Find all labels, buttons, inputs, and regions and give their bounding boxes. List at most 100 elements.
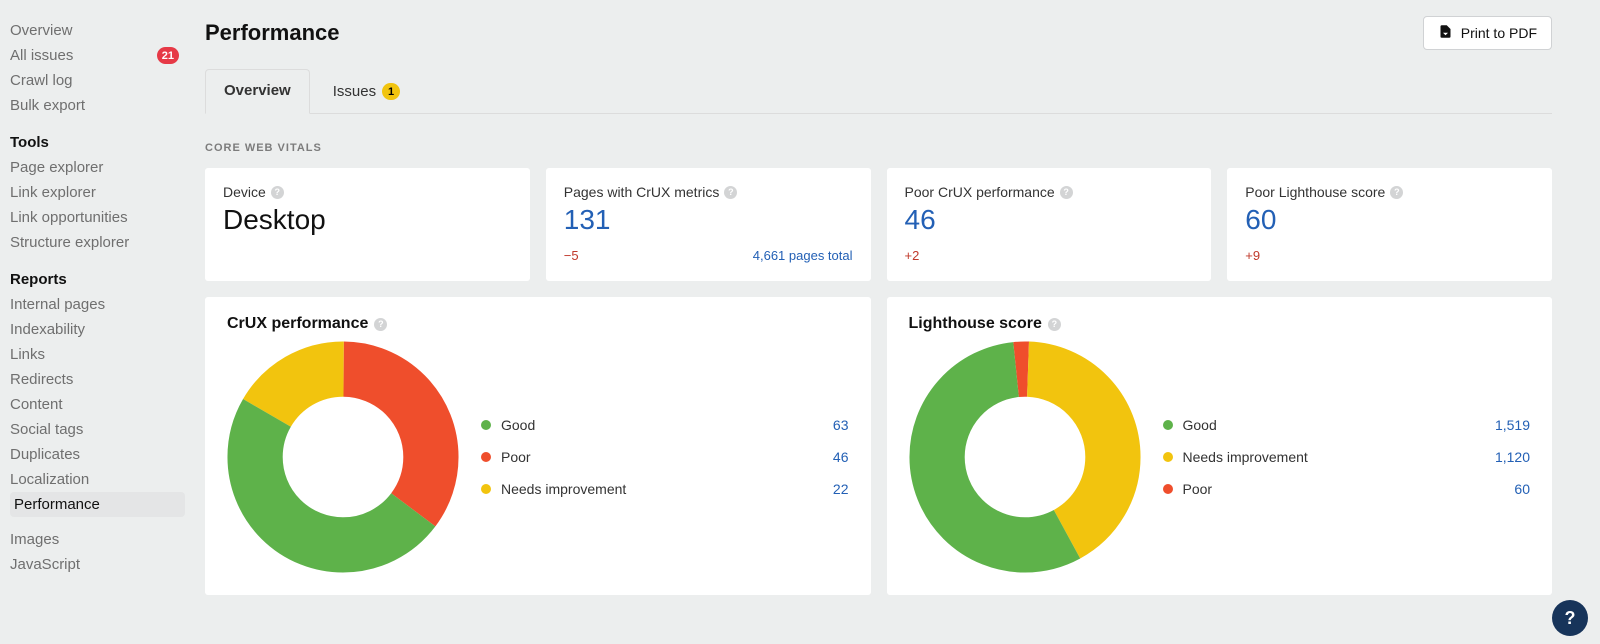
sidebar-item-label: Indexability: [10, 321, 85, 338]
stat-value[interactable]: 60: [1245, 204, 1534, 236]
stat-delta: −5: [564, 248, 579, 263]
help-icon[interactable]: ?: [724, 186, 737, 199]
tab-label: Overview: [224, 82, 291, 99]
stat-label-text: Poor Lighthouse score: [1245, 184, 1385, 200]
legend-label: Good: [1183, 417, 1217, 433]
sidebar-item-images[interactable]: Images: [10, 527, 185, 552]
stat-label: Device ?: [223, 184, 284, 200]
legend-row-needs-improvement[interactable]: Needs improvement 22: [481, 473, 849, 505]
page-title: Performance: [205, 20, 340, 46]
tabs: Overview Issues 1: [205, 68, 1552, 114]
sidebar-item-label: Crawl log: [10, 72, 73, 89]
legend-label: Poor: [501, 449, 531, 465]
chart-legend: Good 1,519 Needs improvement 1,120 Poor …: [1163, 409, 1531, 505]
legend-value: 63: [833, 417, 849, 433]
tab-issues-badge: 1: [382, 83, 400, 100]
legend-left: Needs improvement: [481, 481, 626, 497]
sidebar-group-tools: Tools: [10, 128, 185, 155]
legend-value: 60: [1514, 481, 1530, 497]
legend-left: Poor: [1163, 481, 1213, 497]
sidebar-item-label: Content: [10, 396, 63, 413]
donut-chart-crux: [227, 341, 459, 573]
swatch-yellow-icon: [1163, 452, 1173, 462]
sidebar-item-crawl-log[interactable]: Crawl log: [10, 68, 185, 93]
sidebar-item-link-opportunities[interactable]: Link opportunities: [10, 205, 185, 230]
sidebar-item-duplicates[interactable]: Duplicates: [10, 442, 185, 467]
sidebar-item-localization[interactable]: Localization: [10, 467, 185, 492]
sidebar-item-social-tags[interactable]: Social tags: [10, 417, 185, 442]
stat-value[interactable]: 46: [905, 204, 1194, 236]
sidebar-item-link-explorer[interactable]: Link explorer: [10, 180, 185, 205]
stat-sub-row: +2: [905, 248, 1194, 263]
sidebar-item-all-issues[interactable]: All issues 21: [10, 43, 185, 68]
sidebar-item-indexability[interactable]: Indexability: [10, 317, 185, 342]
legend-left: Good: [481, 417, 535, 433]
sidebar-item-redirects[interactable]: Redirects: [10, 367, 185, 392]
sidebar-item-overview[interactable]: Overview: [10, 18, 185, 43]
download-file-icon: [1438, 24, 1453, 42]
legend-left: Good: [1163, 417, 1217, 433]
legend-value: 1,519: [1495, 417, 1530, 433]
stat-label-text: Pages with CrUX metrics: [564, 184, 720, 200]
sidebar-item-bulk-export[interactable]: Bulk export: [10, 93, 185, 118]
sidebar-item-label: Page explorer: [10, 159, 103, 176]
legend-value: 46: [833, 449, 849, 465]
chart-body: Good 1,519 Needs improvement 1,120 Poor …: [909, 341, 1531, 573]
legend-label: Good: [501, 417, 535, 433]
help-icon[interactable]: ?: [374, 318, 387, 331]
stat-card-crux-poor: Poor CrUX performance ? 46 +2: [887, 168, 1212, 281]
help-icon[interactable]: ?: [1060, 186, 1073, 199]
legend-left: Poor: [481, 449, 531, 465]
chart-title-text: Lighthouse score: [909, 315, 1042, 333]
sidebar-item-javascript[interactable]: JavaScript: [10, 552, 185, 577]
help-icon[interactable]: ?: [1048, 318, 1061, 331]
legend-row-poor[interactable]: Poor 46: [481, 441, 849, 473]
sidebar-item-label: Redirects: [10, 371, 73, 388]
legend-label: Needs improvement: [501, 481, 626, 497]
stat-value: Desktop: [223, 204, 512, 236]
swatch-orange-icon: [1163, 484, 1173, 494]
help-icon[interactable]: ?: [271, 186, 284, 199]
sidebar-item-label: Duplicates: [10, 446, 80, 463]
chart-title-text: CrUX performance: [227, 315, 368, 333]
stat-label: Poor CrUX performance ?: [905, 184, 1073, 200]
legend-row-needs-improvement[interactable]: Needs improvement 1,120: [1163, 441, 1531, 473]
sidebar-item-performance[interactable]: Performance: [10, 492, 185, 517]
sidebar-item-page-explorer[interactable]: Page explorer: [10, 155, 185, 180]
sidebar-item-label: Links: [10, 346, 45, 363]
section-core-web-vitals: CORE WEB VITALS: [205, 142, 1552, 154]
help-icon[interactable]: ?: [1390, 186, 1403, 199]
stat-label: Poor Lighthouse score ?: [1245, 184, 1403, 200]
tab-overview[interactable]: Overview: [205, 69, 310, 114]
legend-left: Needs improvement: [1163, 449, 1308, 465]
stat-sub-row: −5 4,661 pages total: [564, 248, 853, 263]
stat-value[interactable]: 131: [564, 204, 853, 236]
sidebar-group-reports: Reports: [10, 265, 185, 292]
stat-card-crux-pages: Pages with CrUX metrics ? 131 −5 4,661 p…: [546, 168, 871, 281]
legend-row-poor[interactable]: Poor 60: [1163, 473, 1531, 505]
sidebar-item-label: Social tags: [10, 421, 83, 438]
stat-delta: +9: [1245, 248, 1260, 263]
sidebar-item-links[interactable]: Links: [10, 342, 185, 367]
legend-value: 1,120: [1495, 449, 1530, 465]
swatch-green-icon: [481, 420, 491, 430]
issues-count-badge: 21: [157, 47, 179, 64]
stat-sub-row: +9: [1245, 248, 1534, 263]
sidebar-item-content[interactable]: Content: [10, 392, 185, 417]
sidebar-item-structure-explorer[interactable]: Structure explorer: [10, 230, 185, 255]
sidebar-item-label: All issues: [10, 47, 73, 64]
tab-issues[interactable]: Issues 1: [314, 70, 419, 114]
sidebar-item-label: Localization: [10, 471, 89, 488]
print-to-pdf-button[interactable]: Print to PDF: [1423, 16, 1552, 50]
sidebar-item-label: JavaScript: [10, 556, 80, 573]
stats-row: Device ? Desktop Pages with CrUX metrics…: [205, 168, 1552, 281]
chart-title: Lighthouse score ?: [909, 315, 1061, 333]
stat-label-text: Device: [223, 184, 266, 200]
stat-note-link[interactable]: 4,661 pages total: [753, 248, 853, 263]
help-fab-button[interactable]: ?: [1552, 600, 1588, 636]
sidebar-item-internal-pages[interactable]: Internal pages: [10, 292, 185, 317]
legend-row-good[interactable]: Good 1,519: [1163, 409, 1531, 441]
stat-label: Pages with CrUX metrics ?: [564, 184, 738, 200]
legend-row-good[interactable]: Good 63: [481, 409, 849, 441]
chart-body: Good 63 Poor 46 Needs improvement 22: [227, 341, 849, 573]
